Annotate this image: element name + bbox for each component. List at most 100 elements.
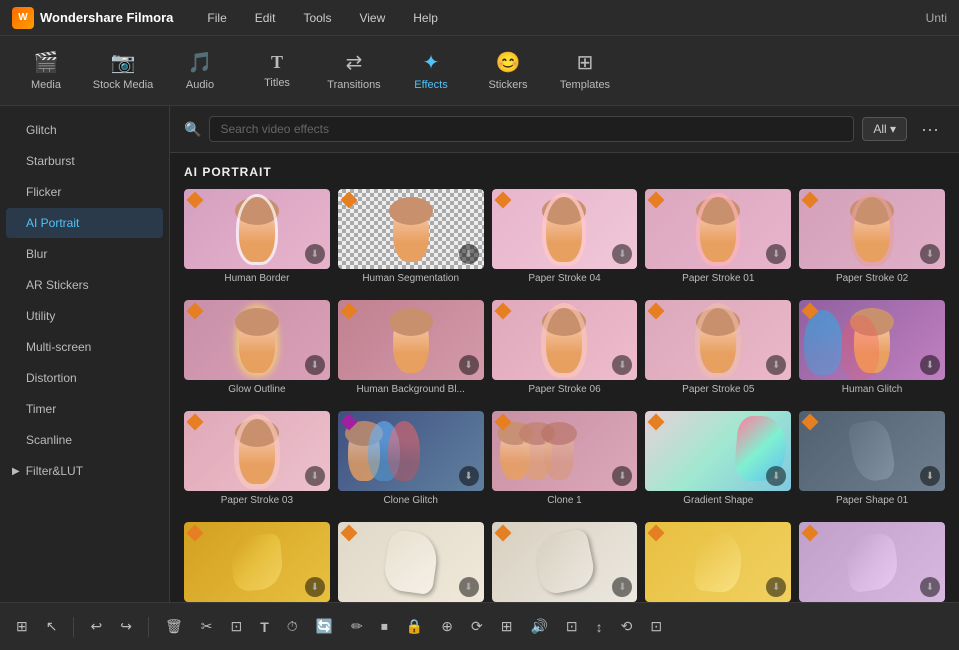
window-title: Unti (926, 11, 947, 25)
badge-paper-stroke-05 (650, 305, 664, 319)
card-grid-row1: ⬇ Human Border ⬇ Human (184, 189, 945, 284)
sidebar-item-scanline[interactable]: Scanline (6, 425, 163, 455)
card-human-segmentation[interactable]: ⬇ Human Segmentation (338, 189, 484, 284)
bt-expand[interactable]: ↕ (590, 615, 609, 639)
sidebar-item-flicker[interactable]: Flicker (6, 177, 163, 207)
download-human-bg-blur[interactable]: ⬇ (459, 355, 479, 375)
app-logo-icon: W (12, 7, 34, 29)
bt-cut[interactable]: ✂ (195, 614, 219, 639)
toolbar-audio[interactable]: 🎵 Audio (164, 41, 236, 101)
toolbar-templates[interactable]: ⊞ Templates (549, 41, 621, 101)
download-human-glitch[interactable]: ⬇ (920, 355, 940, 375)
download-paper-shape-01[interactable]: ⬇ (920, 466, 940, 486)
download-human-border[interactable]: ⬇ (305, 244, 325, 264)
card-paper-stroke-05[interactable]: ⬇ Paper Stroke 05 (645, 300, 791, 395)
bt-copy[interactable]: ⊡ (224, 614, 248, 639)
sidebar-item-ar-stickers[interactable]: AR Stickers (6, 270, 163, 300)
card-paper-shape-02[interactable]: ⬇ Paper Shape 02 (645, 522, 791, 602)
card-paper-stroke-03[interactable]: ⬇ Paper Stroke 03 (184, 411, 330, 506)
sidebar-item-filter-lut[interactable]: ▶ Filter&LUT (0, 456, 169, 486)
download-paper-stroke-03[interactable]: ⬇ (305, 466, 325, 486)
sidebar-item-glitch[interactable]: Glitch (6, 115, 163, 145)
download-paper-stroke-02[interactable]: ⬇ (920, 244, 940, 264)
card-paper-shape-06[interactable]: ⬇ Paper Shape 06 (184, 522, 330, 602)
menu-edit[interactable]: Edit (251, 9, 280, 27)
sidebar-item-timer[interactable]: Timer (6, 394, 163, 424)
bt-audio[interactable]: 🔊 (524, 614, 553, 639)
filter-button[interactable]: All ▾ (862, 117, 907, 141)
download-human-seg[interactable]: ⬇ (459, 244, 479, 264)
bt-layout[interactable]: ⊞ (495, 614, 519, 639)
download-paper-shape-07[interactable]: ⬇ (920, 577, 940, 597)
card-paper-shape-05[interactable]: ⬇ Paper Shape 05 (338, 522, 484, 602)
bt-resize[interactable]: ⊡ (560, 614, 584, 639)
download-paper-shape-05[interactable]: ⬇ (459, 577, 479, 597)
toolbar-stickers-label: Stickers (488, 79, 527, 91)
toolbar-effects[interactable]: ✦ Effects (395, 41, 467, 101)
toolbar-titles[interactable]: T Titles (241, 41, 313, 101)
toolbar-media[interactable]: 🎬 Media (10, 41, 82, 101)
card-paper-stroke-04[interactable]: ⬇ Paper Stroke 04 (492, 189, 638, 284)
card-paper-shape-07[interactable]: ⬇ Paper Shape 07 (799, 522, 945, 602)
toolbar-stock-media[interactable]: 📷 Stock Media (87, 41, 159, 101)
bt-grid[interactable]: ⊞ (10, 614, 34, 639)
card-paper-stroke-01[interactable]: ⬇ Paper Stroke 01 (645, 189, 791, 284)
card-thumb-paper-shape-07: ⬇ (799, 522, 945, 602)
bt-stop[interactable]: ⏹ (375, 614, 394, 639)
card-thumb-paper-stroke-06: ⬇ (492, 300, 638, 380)
badge-glow-outline (189, 305, 203, 319)
search-input[interactable] (209, 116, 854, 142)
card-human-bg-blur[interactable]: ⬇ Human Background Bl... (338, 300, 484, 395)
sidebar-item-multi-screen[interactable]: Multi-screen (6, 332, 163, 362)
bt-export[interactable]: ⊡ (644, 614, 668, 639)
card-gradient-shape[interactable]: ⬇ Gradient Shape (645, 411, 791, 506)
bt-add[interactable]: ⊕ (435, 614, 459, 639)
sidebar-item-blur[interactable]: Blur (6, 239, 163, 269)
sidebar-item-utility[interactable]: Utility (6, 301, 163, 331)
card-human-border[interactable]: ⬇ Human Border (184, 189, 330, 284)
menu-file[interactable]: File (203, 9, 230, 27)
card-thumb-paper-stroke-01: ⬇ (645, 189, 791, 269)
card-clone-glitch[interactable]: ⬇ Clone Glitch (338, 411, 484, 506)
card-thumb-human-seg: ⬇ (338, 189, 484, 269)
badge-paper-stroke-04 (497, 194, 511, 208)
toolbar-transitions[interactable]: ⇄ Transitions (318, 41, 390, 101)
card-paper-shape-04[interactable]: ⬇ Paper Shape 04 (492, 522, 638, 602)
more-options-button[interactable]: ··· (915, 117, 945, 142)
card-glow-outline[interactable]: ⬇ Glow Outline (184, 300, 330, 395)
card-paper-stroke-06[interactable]: ⬇ Paper Stroke 06 (492, 300, 638, 395)
bt-delete[interactable]: 🗑 (159, 614, 189, 639)
bottom-toolbar: ⊞ ↖ ↩ ↪ 🗑 ✂ ⊡ T ⏱ 🔄 ✏ ⏹ 🔒 ⊕ ⟳ ⊞ 🔊 ⊡ ↕ ⟲ … (0, 602, 959, 650)
bt-redo[interactable]: ↪ (114, 614, 138, 639)
bt-rotate[interactable]: 🔄 (310, 614, 339, 639)
bt-edit[interactable]: ✏ (345, 614, 369, 639)
download-glow-outline[interactable]: ⬇ (305, 355, 325, 375)
sidebar-item-distortion[interactable]: Distortion (6, 363, 163, 393)
label-paper-stroke-04: Paper Stroke 04 (492, 273, 638, 284)
download-paper-shape-06[interactable]: ⬇ (305, 577, 325, 597)
card-paper-stroke-02[interactable]: ⬇ Paper Stroke 02 (799, 189, 945, 284)
sidebar-item-ai-portrait[interactable]: AI Portrait (6, 208, 163, 238)
badge-paper-shape-04 (497, 527, 511, 541)
card-grid-row3: ⬇ Paper Stroke 03 (184, 411, 945, 506)
sidebar-item-starburst[interactable]: Starburst (6, 146, 163, 176)
menu-view[interactable]: View (355, 9, 389, 27)
toolbar-stickers[interactable]: 😊 Stickers (472, 41, 544, 101)
bt-refresh[interactable]: ⟳ (465, 614, 489, 639)
bt-select[interactable]: ↖ (40, 614, 64, 639)
badge-paper-shape-05 (343, 527, 357, 541)
menu-tools[interactable]: Tools (299, 9, 335, 27)
card-paper-shape-01[interactable]: ⬇ Paper Shape 01 (799, 411, 945, 506)
bt-reset[interactable]: ⟲ (615, 614, 639, 639)
menu-help[interactable]: Help (409, 9, 442, 27)
card-clone-1[interactable]: ⬇ Clone 1 (492, 411, 638, 506)
label-glow-outline: Glow Outline (184, 384, 330, 395)
download-clone-glitch[interactable]: ⬇ (459, 466, 479, 486)
bt-timer[interactable]: ⏱ (281, 614, 304, 639)
card-human-glitch[interactable]: ⬇ Human Glitch (799, 300, 945, 395)
bt-lock[interactable]: 🔒 (400, 614, 429, 639)
bt-undo[interactable]: ↩ (84, 614, 108, 639)
label-gradient-shape: Gradient Shape (645, 495, 791, 506)
bt-text[interactable]: T (254, 615, 275, 639)
gallery: AI PORTRAIT ⬇ Human (170, 153, 959, 602)
